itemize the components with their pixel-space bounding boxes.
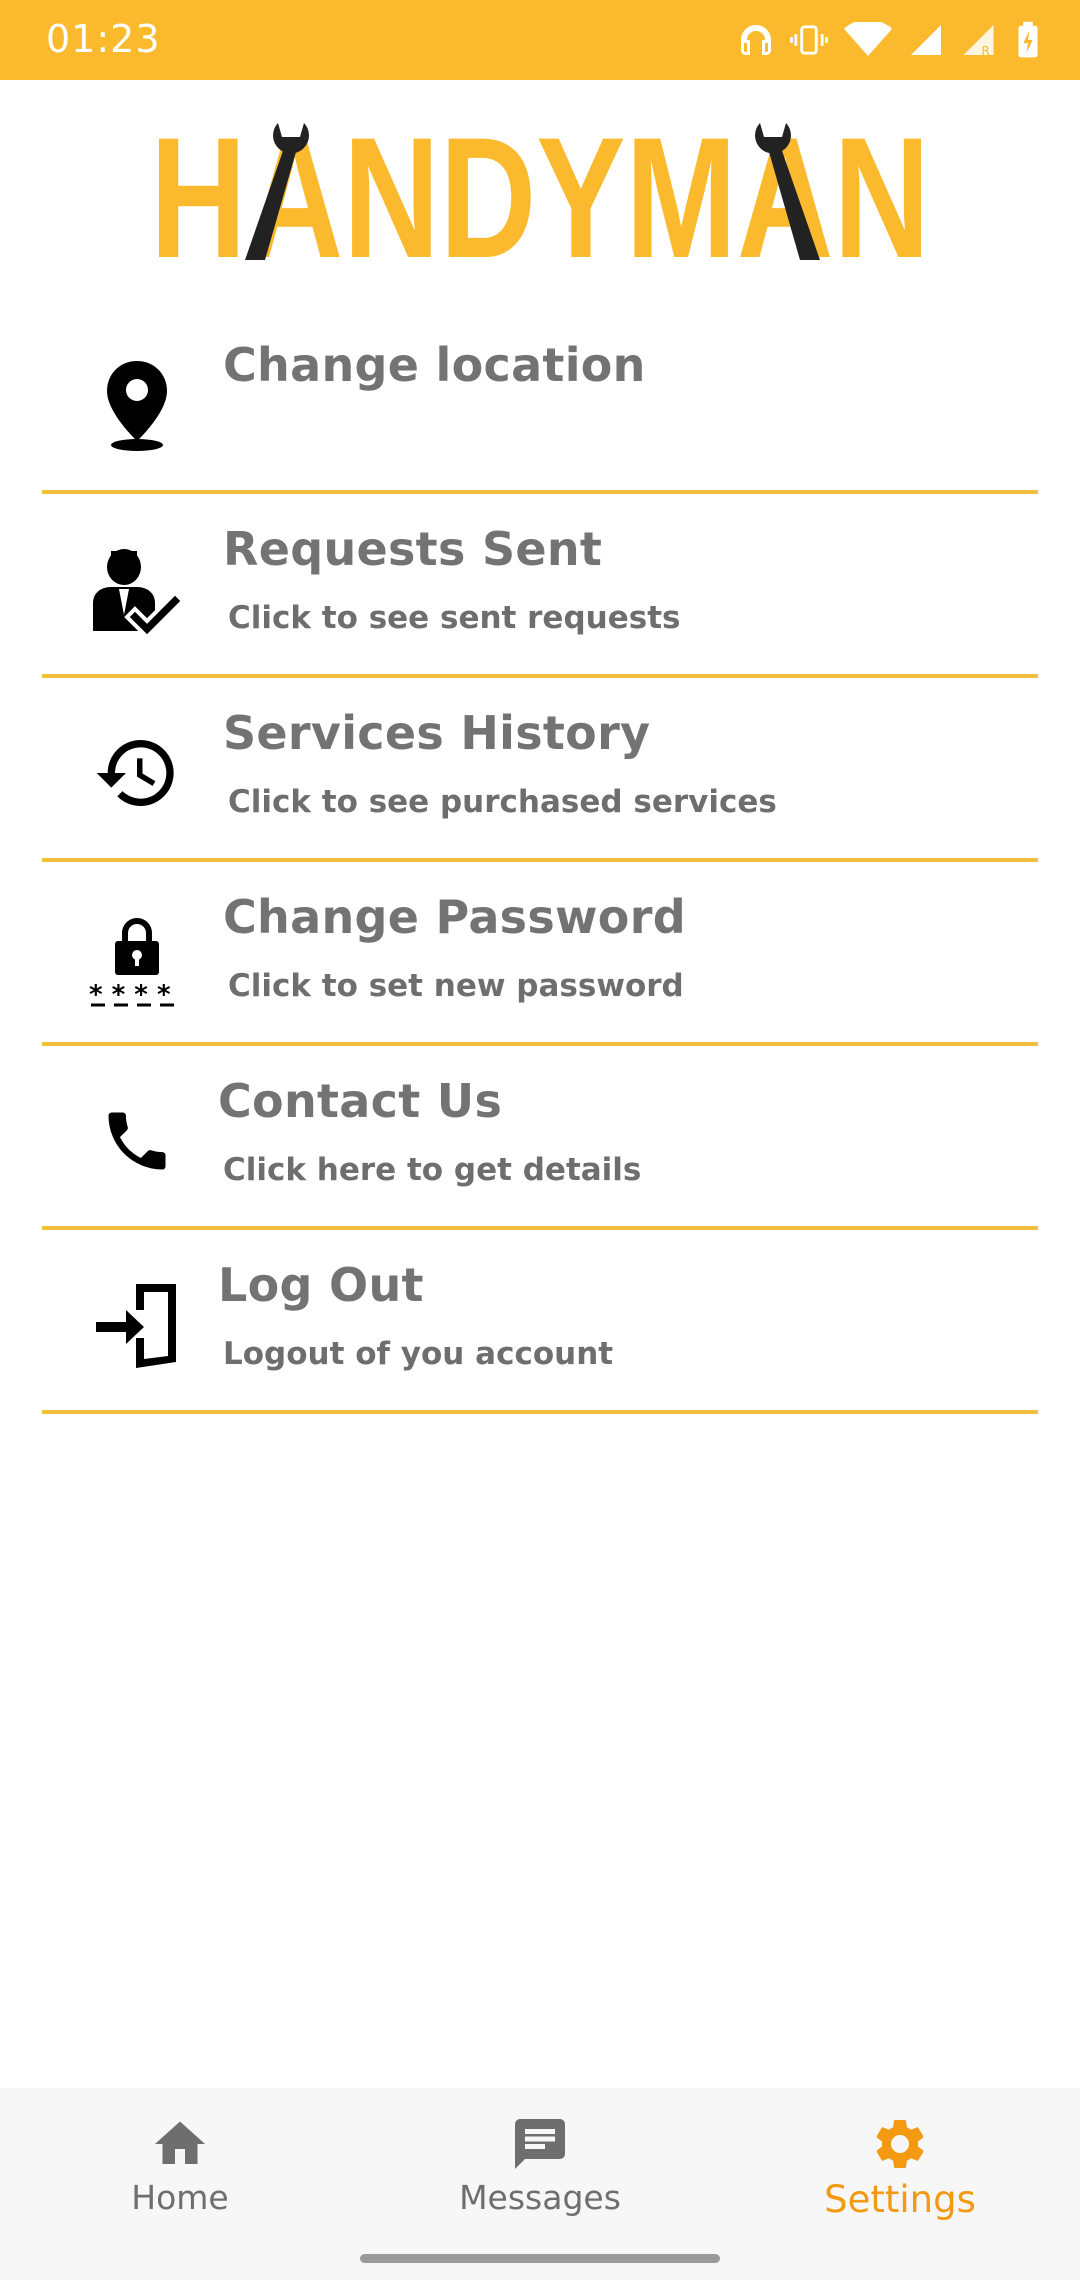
status-icons: x R xyxy=(738,18,1040,62)
user-check-icon xyxy=(82,534,192,644)
password-lock-icon: * * * * xyxy=(82,902,192,1012)
history-icon xyxy=(82,718,192,828)
status-bar: 01:23 x R xyxy=(0,0,1080,80)
svg-text:x: x xyxy=(884,22,891,35)
messages-icon xyxy=(515,2119,565,2169)
menu-item-title: Contact Us xyxy=(218,1074,503,1128)
menu-divider xyxy=(42,1410,1038,1414)
menu-item-log-out[interactable]: Log Out Logout of you account xyxy=(42,1230,1038,1414)
handyman-logo: HANDYMAN xyxy=(150,102,930,294)
phone-icon xyxy=(82,1086,192,1196)
vibrate-icon xyxy=(790,22,828,58)
menu-item-change-password[interactable]: * * * * Change Password Click to set new… xyxy=(42,862,1038,1046)
gesture-bar[interactable] xyxy=(360,2254,720,2263)
menu-item-change-location[interactable]: Change location xyxy=(42,310,1038,494)
battery-charging-icon xyxy=(1016,21,1040,59)
handyman-logo-graphic: HANDYMAN xyxy=(150,102,930,294)
menu-item-title: Change location xyxy=(223,338,646,392)
menu-item-subtitle: Click to see purchased services xyxy=(228,784,777,820)
svg-text:* * * *: * * * * xyxy=(89,980,171,1007)
nav-item-home[interactable]: Home xyxy=(50,2114,310,2234)
headphones-icon xyxy=(738,22,774,58)
nav-item-messages[interactable]: Messages xyxy=(410,2114,670,2234)
wifi-icon: x xyxy=(844,22,892,58)
menu-item-subtitle: Click to set new password xyxy=(228,968,684,1004)
gear-icon xyxy=(876,2119,924,2169)
menu-item-requests-sent[interactable]: Requests Sent Click to see sent requests xyxy=(42,494,1038,678)
menu-item-title: Change Password xyxy=(223,890,686,944)
menu-item-contact-us[interactable]: Contact Us Click here to get details xyxy=(42,1046,1038,1230)
home-icon xyxy=(155,2121,205,2164)
menu-item-services-history[interactable]: Services History Click to see purchased … xyxy=(42,678,1038,862)
menu-item-title: Services History xyxy=(223,706,651,760)
nav-item-settings[interactable]: Settings xyxy=(770,2114,1030,2234)
bottom-navigation: Home Messages Settings xyxy=(0,2088,1080,2280)
nav-label-home: Home xyxy=(131,2178,229,2217)
nav-label-messages: Messages xyxy=(459,2178,621,2217)
menu-item-subtitle: Click to see sent requests xyxy=(228,600,681,636)
menu-item-subtitle: Click here to get details xyxy=(223,1152,642,1188)
logout-door-icon xyxy=(82,1270,192,1380)
svg-text:R: R xyxy=(982,44,990,58)
menu-item-title: Requests Sent xyxy=(223,522,603,576)
nav-label-settings: Settings xyxy=(824,2178,976,2221)
status-time: 01:23 xyxy=(46,17,161,61)
location-pin-icon xyxy=(82,350,192,460)
signal-icon xyxy=(908,22,944,58)
menu-item-subtitle: Logout of you account xyxy=(223,1336,614,1372)
signal-roaming-icon: R xyxy=(960,22,1000,58)
menu-item-title: Log Out xyxy=(218,1258,424,1312)
